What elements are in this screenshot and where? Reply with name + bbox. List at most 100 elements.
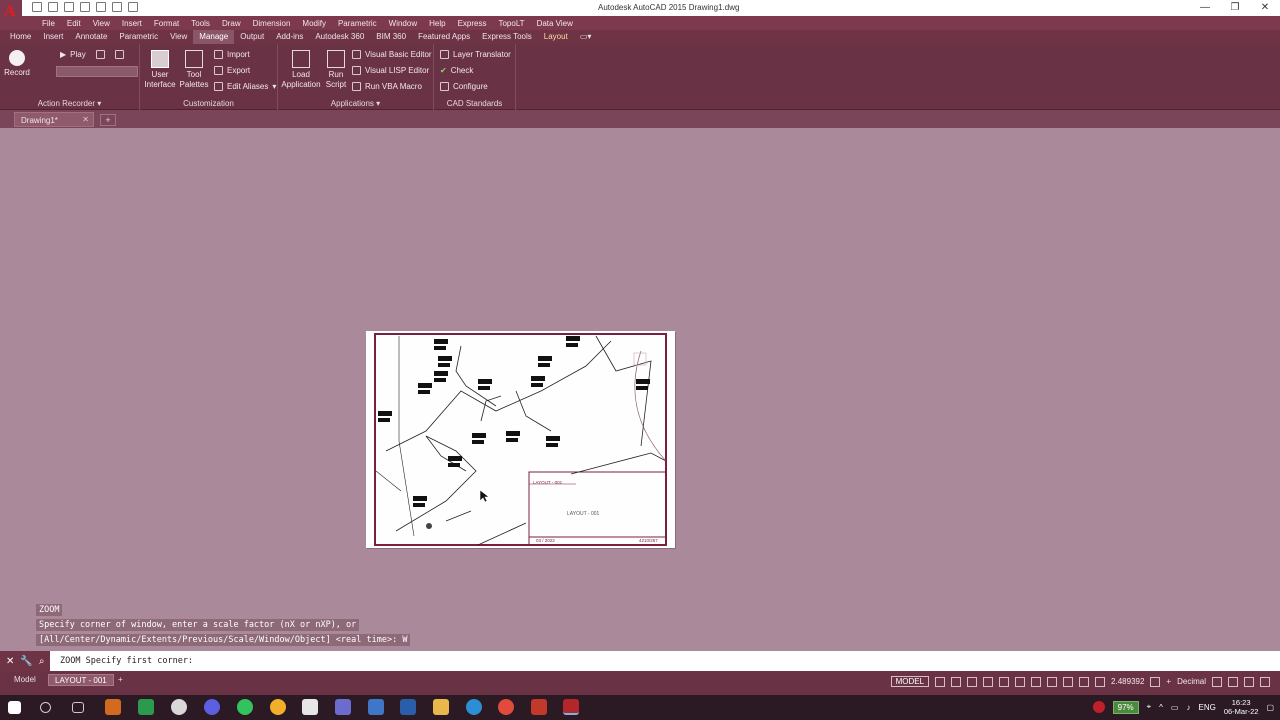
tab-manage[interactable]: Manage xyxy=(193,30,235,44)
print-icon[interactable] xyxy=(96,2,106,12)
new-file-icon[interactable] xyxy=(32,2,42,12)
menu-insert[interactable]: Insert xyxy=(116,19,148,28)
clean-screen-icon[interactable] xyxy=(1244,676,1254,687)
menu-express[interactable]: Express xyxy=(452,19,493,28)
chrome-icon[interactable] xyxy=(498,699,514,715)
menu-format[interactable]: Format xyxy=(148,19,185,28)
grid-icon[interactable] xyxy=(935,676,946,687)
layout-001-tab[interactable]: LAYOUT - 001 xyxy=(48,674,114,686)
isolate-objects-icon[interactable] xyxy=(1228,676,1238,687)
record-button[interactable]: Record xyxy=(4,50,30,78)
close-command-line-icon[interactable]: ✕ xyxy=(6,656,14,667)
panel-title-applications[interactable]: Applications ▾ xyxy=(278,99,433,108)
search-icon[interactable]: ⌕ xyxy=(39,656,45,667)
insert-message-button[interactable] xyxy=(96,50,105,59)
visual-basic-editor-button[interactable]: Visual Basic Editor xyxy=(352,50,432,59)
windows-start-icon[interactable] xyxy=(8,701,21,714)
transparency-icon[interactable] xyxy=(1031,676,1042,687)
run-vba-macro-button[interactable]: Run VBA Macro xyxy=(352,82,422,91)
cortana-icon[interactable] xyxy=(171,699,187,715)
menu-dimension[interactable]: Dimension xyxy=(247,19,297,28)
office-app-icon[interactable] xyxy=(105,699,121,715)
taskbar-clock[interactable]: 16:23 06-Mar-22 xyxy=(1224,698,1259,716)
task-view-icon[interactable] xyxy=(72,702,84,713)
outlook-icon[interactable] xyxy=(400,699,416,715)
annotation-monitor-icon[interactable] xyxy=(1095,676,1106,687)
status-customize-icon[interactable] xyxy=(1260,676,1270,687)
save-as-icon[interactable] xyxy=(80,2,90,12)
panel-title-action-recorder[interactable]: Action Recorder ▾ xyxy=(0,99,139,108)
network-icon[interactable]: ▭ xyxy=(1171,703,1179,712)
search-taskbar-icon[interactable] xyxy=(40,702,51,713)
menu-edit[interactable]: Edit xyxy=(61,19,87,28)
settings-gear-icon[interactable] xyxy=(1150,676,1161,687)
edge-icon[interactable] xyxy=(466,699,482,715)
ortho-icon[interactable] xyxy=(967,676,978,687)
notepad-icon[interactable] xyxy=(335,699,351,715)
menu-file[interactable]: File xyxy=(36,19,61,28)
edit-aliases-button[interactable]: Edit Aliases ▾ xyxy=(214,82,276,91)
menu-modify[interactable]: Modify xyxy=(296,19,332,28)
tab-home[interactable]: Home xyxy=(4,30,37,44)
volume-icon[interactable]: ♪ xyxy=(1186,703,1190,712)
tab-view[interactable]: View xyxy=(164,30,193,44)
user-interface-button[interactable]: User Interface xyxy=(144,50,176,90)
close-tab-icon[interactable]: ✕ xyxy=(82,115,89,124)
load-application-button[interactable]: Load Application xyxy=(280,50,322,90)
menu-parametric[interactable]: Parametric xyxy=(332,19,383,28)
export-button[interactable]: Export xyxy=(214,66,250,75)
annotation-scale-icon[interactable] xyxy=(1063,676,1074,687)
tab-add-ins[interactable]: Add-ins xyxy=(270,30,309,44)
menu-data-view[interactable]: Data View xyxy=(531,19,579,28)
restore-button[interactable]: ❐ xyxy=(1220,0,1250,16)
menu-draw[interactable]: Draw xyxy=(216,19,247,28)
file-explorer-icon[interactable] xyxy=(433,699,449,715)
tool-palettes-button[interactable]: Tool Palettes xyxy=(178,50,210,90)
snap-icon[interactable] xyxy=(951,676,962,687)
green-app-icon[interactable] xyxy=(138,699,154,715)
layer-translator-button[interactable]: Layer Translator xyxy=(440,50,511,59)
menu-topolt[interactable]: TopoLT xyxy=(492,19,530,28)
recording-indicator-icon[interactable] xyxy=(1092,701,1105,713)
language-indicator[interactable]: ENG xyxy=(1198,703,1215,712)
import-button[interactable]: Import xyxy=(214,50,250,59)
messenger-icon[interactable] xyxy=(204,699,220,715)
tab-layout[interactable]: Layout xyxy=(538,30,574,44)
redo-icon[interactable] xyxy=(128,2,138,12)
open-file-icon[interactable] xyxy=(48,2,58,12)
units-dropdown[interactable]: Decimal xyxy=(1177,677,1206,686)
model-space-button[interactable]: MODEL xyxy=(890,676,930,687)
tab-bim-360[interactable]: BIM 360 xyxy=(370,30,412,44)
tab-featured-apps[interactable]: Featured Apps xyxy=(412,30,476,44)
osnap-icon[interactable] xyxy=(999,676,1010,687)
run-script-button[interactable]: Run Script xyxy=(324,50,348,90)
ribbon-toggle-icon[interactable]: ▭▾ xyxy=(574,30,598,44)
chrome-canary-icon[interactable] xyxy=(270,699,286,715)
save-icon[interactable] xyxy=(64,2,74,12)
layout-paper-sheet[interactable]: LAYOUT - 001 LAYOUT - 001 03 / 2022 4210… xyxy=(366,331,675,548)
show-hidden-icons-icon[interactable]: ^ xyxy=(1159,703,1163,712)
selection-cycling-icon[interactable] xyxy=(1047,676,1058,687)
tab-annotate[interactable]: Annotate xyxy=(69,30,113,44)
command-line[interactable]: ✕ 🔧 ⌕ ZOOM Specify first corner: xyxy=(0,651,1280,671)
lineweight-icon[interactable] xyxy=(1015,676,1026,687)
battery-indicator[interactable]: 97% xyxy=(1112,700,1139,714)
tab-express-tools[interactable]: Express Tools xyxy=(476,30,538,44)
workspace-icon[interactable] xyxy=(1079,676,1090,687)
tab-parametric[interactable]: Parametric xyxy=(113,30,164,44)
notification-center-icon[interactable]: ▢ xyxy=(1266,703,1274,712)
whatsapp-icon[interactable] xyxy=(237,699,253,715)
menu-help[interactable]: Help xyxy=(423,19,451,28)
minimize-button[interactable]: — xyxy=(1190,0,1220,16)
request-input-button[interactable] xyxy=(115,50,124,59)
mail-icon[interactable] xyxy=(368,699,384,715)
tab-autodesk-360[interactable]: Autodesk 360 xyxy=(309,30,370,44)
macro-dropdown[interactable] xyxy=(56,66,138,77)
command-prompt[interactable]: ZOOM Specify first corner: xyxy=(60,656,193,666)
tab-output[interactable]: Output xyxy=(234,30,270,44)
menu-tools[interactable]: Tools xyxy=(185,19,216,28)
undo-icon[interactable] xyxy=(112,2,122,12)
new-tab-button[interactable]: + xyxy=(100,114,116,126)
document-tab-drawing1[interactable]: Drawing1* ✕ xyxy=(14,112,94,127)
location-icon[interactable]: ⌖ xyxy=(1147,702,1152,712)
